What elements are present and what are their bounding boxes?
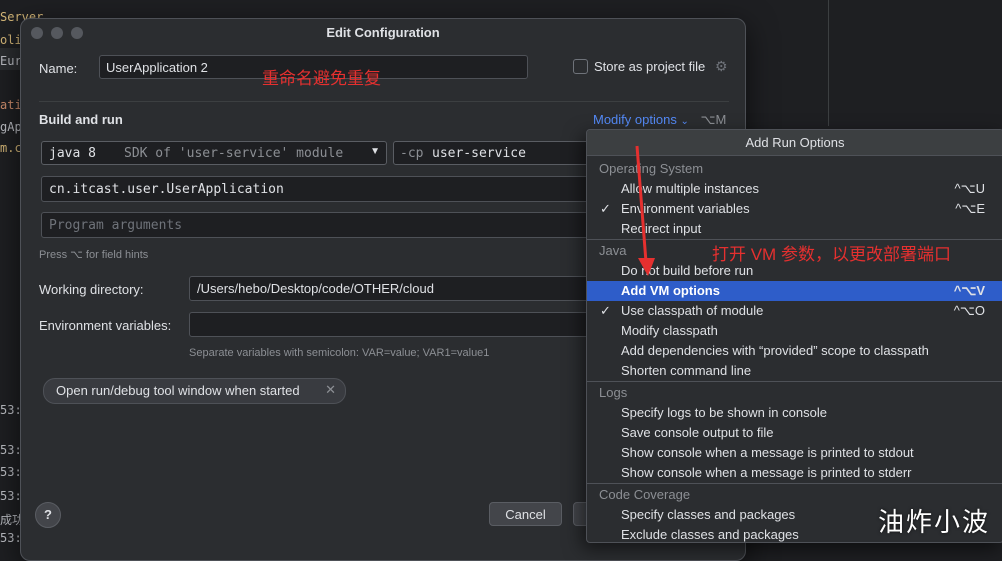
annotation-arrow bbox=[635, 145, 655, 276]
watermark: 油炸小波 bbox=[878, 507, 991, 537]
annotation-vm-options: 打开 VM 参数，以更改部署端口 bbox=[712, 245, 951, 264]
annotation-rename: 重命名避免重复 bbox=[262, 69, 381, 88]
